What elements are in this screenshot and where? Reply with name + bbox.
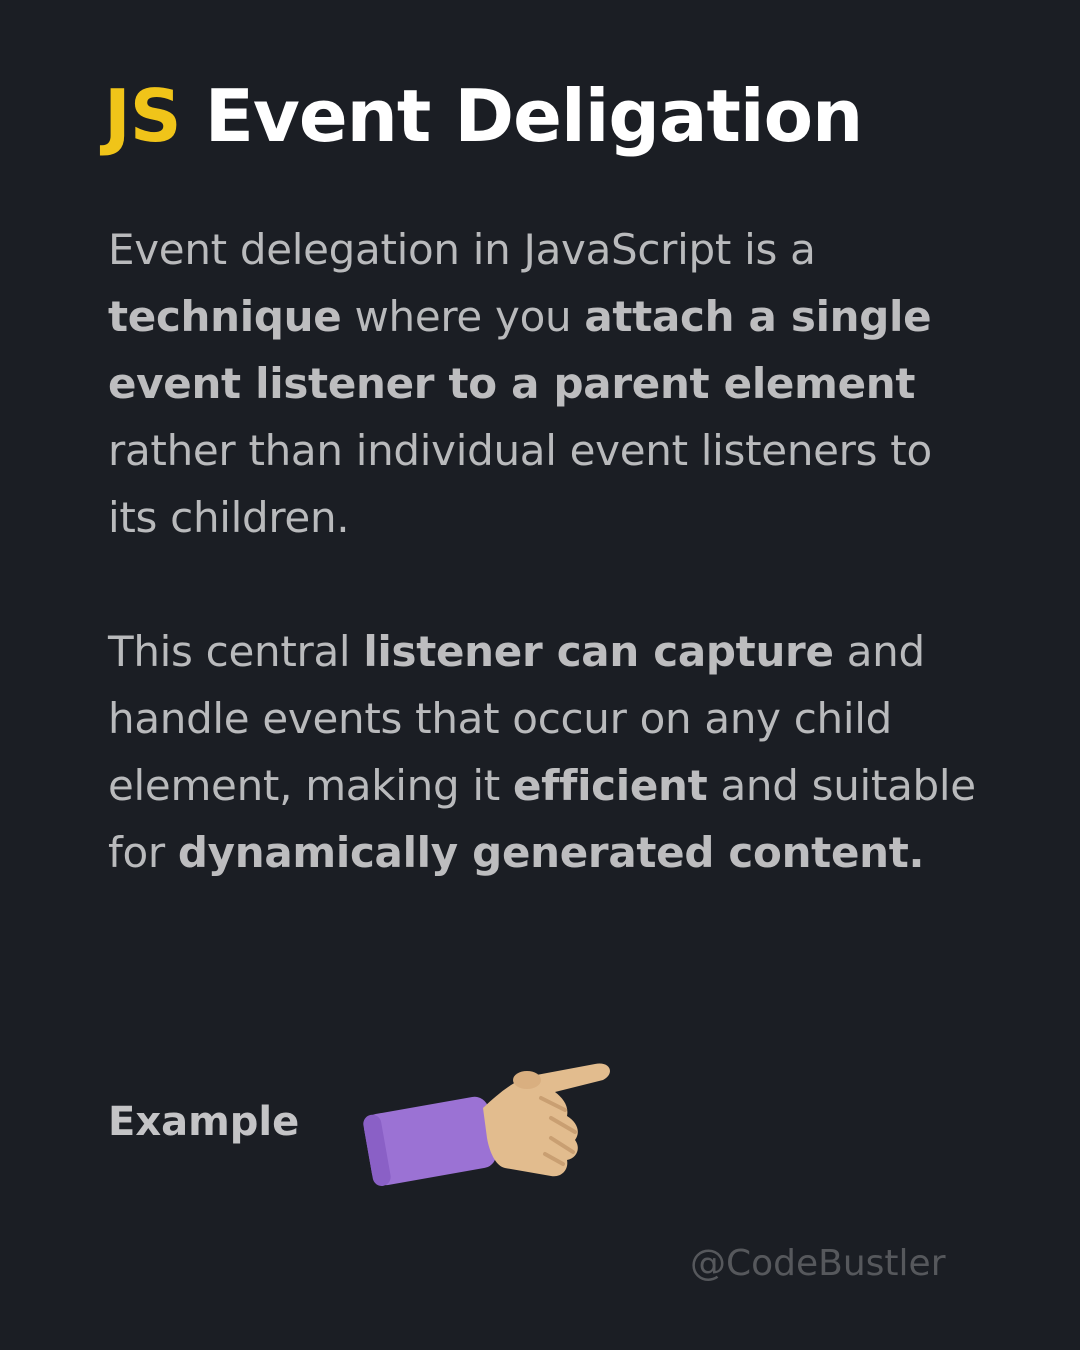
body-text: Event delegation in JavaScript is a [108,225,816,274]
body-text: This central [108,627,364,676]
emphasis-text: technique [108,292,342,341]
emphasis-text: listener can capture [363,627,834,676]
emphasis-text: efficient [512,761,708,810]
body-text: rather than individual event listeners t… [108,426,932,542]
example-label: Example [108,1099,300,1145]
page-title: JS Event Deligation [104,72,864,160]
pointing-hand-icon [363,1063,610,1186]
author-handle: @CodeBustler [690,1243,946,1284]
body-text: where you [341,292,585,341]
js-badge: JS [104,74,182,158]
title-text: Event Deligation [180,74,864,158]
description-paragraph-2: This central listener can capture and ha… [108,618,988,886]
emphasis-text: dynamically generated content. [177,828,925,877]
description-paragraph-1: Event delegation in JavaScript is a tech… [108,216,988,551]
